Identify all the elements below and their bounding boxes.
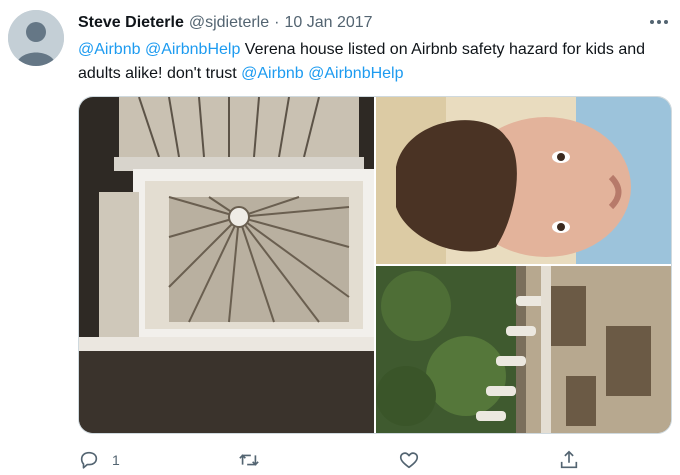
tweet-text: @Airbnb @AirbnbHelp Verena house listed … (78, 38, 668, 86)
share-icon (560, 450, 578, 469)
media-grid (78, 96, 672, 434)
like-button[interactable] (398, 446, 432, 474)
photo-garden[interactable] (376, 266, 671, 433)
mention-link[interactable]: @AirbnbHelp (308, 65, 403, 82)
retweet-icon (239, 454, 259, 466)
tweet-actions: 1 (78, 446, 598, 474)
photo-window[interactable] (79, 97, 374, 433)
default-avatar-icon (8, 10, 64, 66)
tweet[interactable]: Steve Dieterle @sjdieterle · 10 Jan 2017… (0, 0, 680, 475)
photo-child[interactable] (376, 97, 671, 264)
retweet-button[interactable] (238, 446, 272, 474)
mention-link[interactable]: @Airbnb (78, 41, 141, 58)
more-options-button[interactable] (646, 12, 672, 32)
mention-link[interactable]: @Airbnb (241, 65, 304, 82)
tweet-date[interactable]: 10 Jan 2017 (284, 14, 372, 32)
user-handle[interactable]: @sjdieterle (189, 14, 269, 32)
share-button[interactable] (558, 446, 580, 474)
more-dots-icon (650, 20, 668, 24)
avatar[interactable] (8, 10, 64, 66)
separator: · (274, 14, 280, 31)
mention-link[interactable]: @AirbnbHelp (145, 41, 240, 58)
display-name[interactable]: Steve Dieterle (78, 14, 184, 32)
reply-count: 1 (112, 452, 120, 468)
reply-button[interactable]: 1 (78, 446, 120, 474)
reply-icon (80, 451, 98, 469)
tweet-header: Steve Dieterle @sjdieterle · 10 Jan 2017 (78, 11, 373, 35)
heart-icon (399, 452, 419, 469)
